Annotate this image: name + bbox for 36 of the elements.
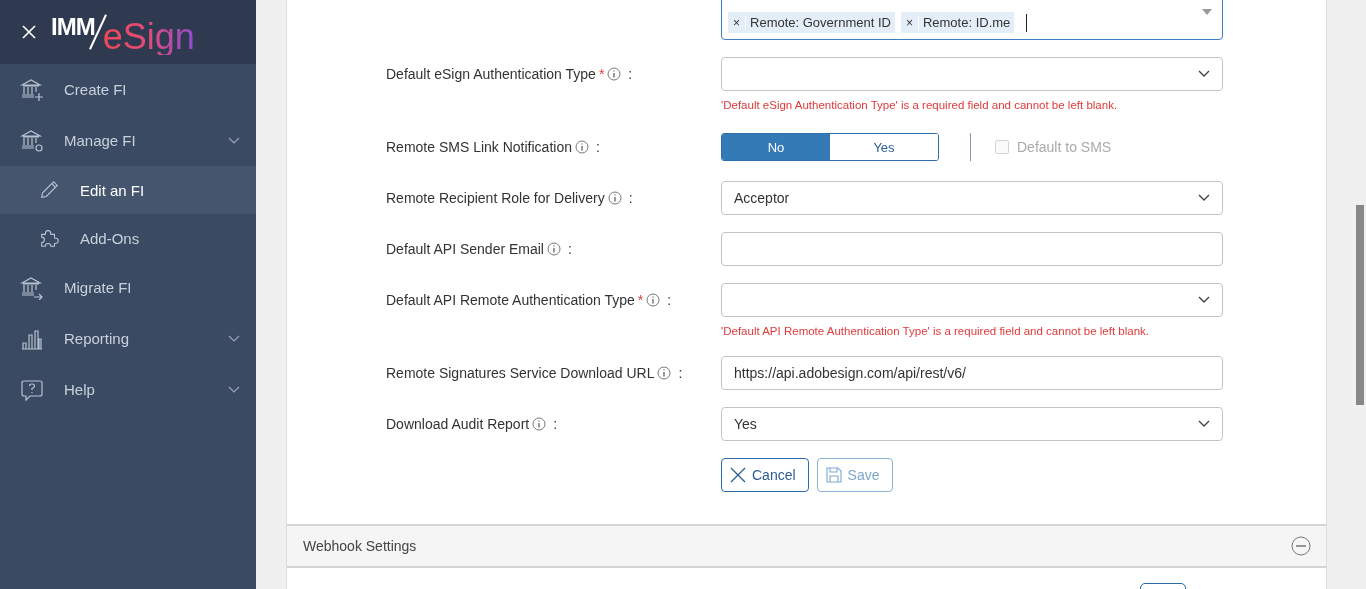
- nav-item[interactable]: Help: [0, 364, 256, 415]
- nav-item[interactable]: Create FI: [0, 64, 256, 115]
- select-field[interactable]: Yes: [721, 407, 1223, 441]
- section-title: Webhook Settings: [303, 538, 417, 554]
- field-label: Remote Recipient Role for Delivery: [386, 190, 605, 206]
- multiselect-field[interactable]: × Remote: Government ID × Remote: ID.me: [721, 0, 1223, 40]
- nav-item[interactable]: Manage FI: [0, 115, 256, 166]
- error-message: 'Default eSign Authentication Type' is a required field and cannot be left blank.: [721, 98, 1119, 113]
- field-label: Default API Sender Email: [386, 241, 544, 257]
- tag-chip: × Remote: Government ID: [728, 12, 895, 33]
- field-label: Remote SMS Link Notification: [386, 139, 572, 155]
- required-mark: *: [598, 66, 605, 82]
- cancel-button[interactable]: Cancel: [721, 458, 809, 492]
- select-field[interactable]: Acceptor: [721, 181, 1223, 215]
- field-label: Download Audit Report: [386, 416, 530, 432]
- colon: :: [667, 292, 672, 308]
- nav-item[interactable]: Reporting: [0, 313, 256, 364]
- input-field[interactable]: https://api.adobesign.com/api/rest/v6/: [721, 356, 1223, 390]
- error-message: 'Default API Remote Authentication Type' is a required field and cannot be left blank.: [721, 324, 1151, 339]
- nav-subitem[interactable]: Edit an FI: [0, 166, 256, 214]
- tag-chip: × Remote: ID.me: [900, 12, 1015, 33]
- colon: :: [568, 241, 572, 257]
- field-label: Remote Signatures Service Download URL: [386, 365, 655, 381]
- colon: :: [628, 190, 633, 206]
- nav-item[interactable]: Migrate FI: [0, 262, 256, 313]
- required-mark: *: [637, 292, 644, 308]
- field-label: Default eSign Authentication Type: [386, 66, 596, 82]
- colon: :: [553, 416, 558, 432]
- section-header[interactable]: Webhook Settings: [287, 524, 1326, 568]
- colon: :: [628, 66, 633, 82]
- colon: :: [595, 139, 600, 155]
- checkbox-label: Default to SMS: [1017, 139, 1112, 155]
- field-label: Default API Remote Authentication Type: [386, 292, 635, 308]
- toggle-option[interactable]: No: [722, 134, 830, 160]
- colon: :: [678, 365, 683, 381]
- nav-subitem[interactable]: Add-Ons: [0, 214, 256, 262]
